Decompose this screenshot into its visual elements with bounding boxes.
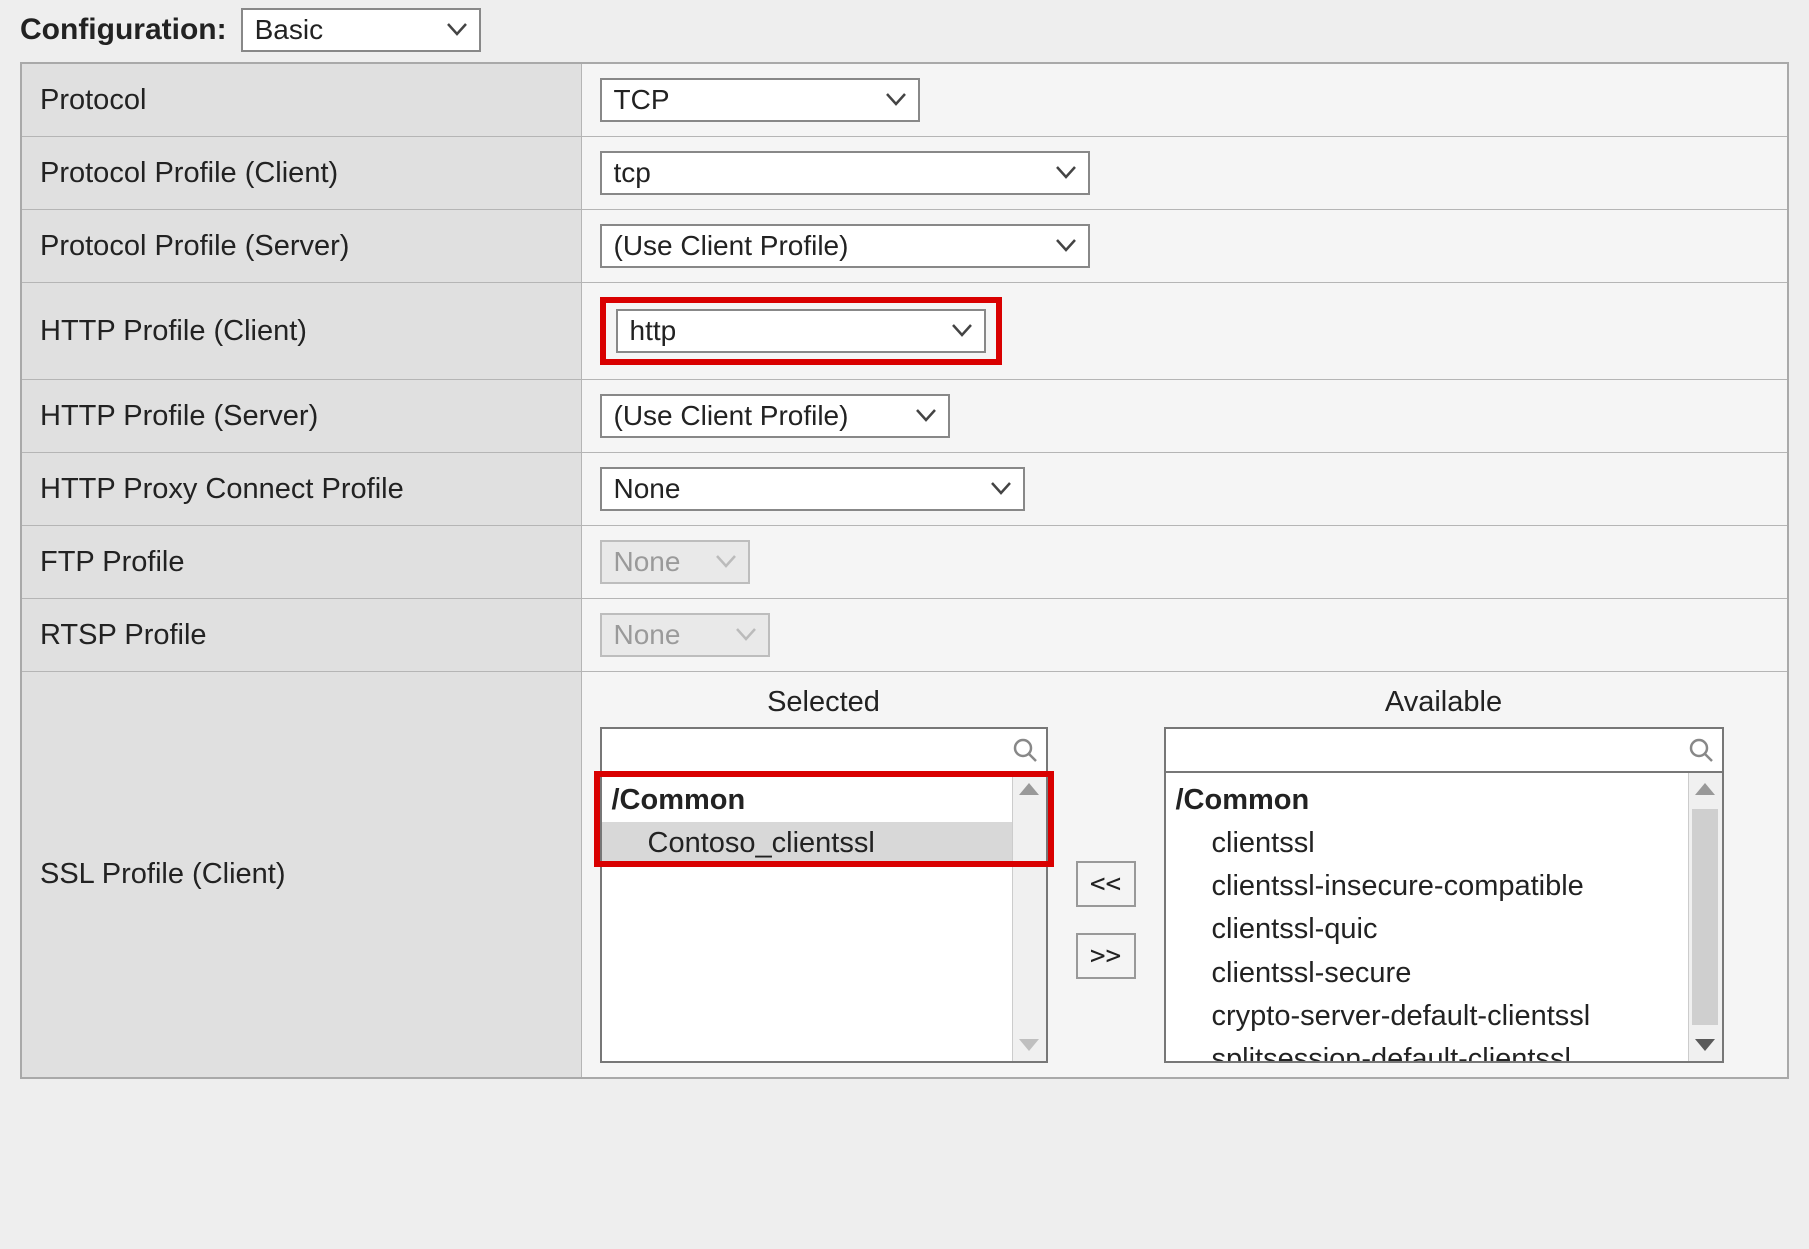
protocol-profile-server-select[interactable]: (Use Client Profile)	[600, 224, 1090, 268]
label-ssl-profile-client: SSL Profile (Client)	[21, 672, 581, 1079]
row-protocol-profile-server: Protocol Profile (Server) (Use Client Pr…	[21, 210, 1788, 283]
protocol-select[interactable]: TCP	[600, 78, 920, 122]
http-proxy-connect-profile-select[interactable]: None	[600, 467, 1025, 511]
chevron-down-icon	[952, 324, 972, 338]
ssl-available-listbox[interactable]: /Common clientssl clientssl-insecure-com…	[1166, 773, 1688, 1061]
ssl-available-header: Available	[1164, 686, 1724, 727]
row-http-profile-client: HTTP Profile (Client) http	[21, 283, 1788, 380]
scrollbar[interactable]	[1688, 773, 1722, 1061]
scroll-thumb[interactable]	[1692, 809, 1718, 1025]
list-item[interactable]: clientssl-secure	[1166, 952, 1688, 995]
row-protocol: Protocol TCP	[21, 63, 1788, 137]
rtsp-profile-select: None	[600, 613, 770, 657]
list-item[interactable]: clientssl	[1166, 822, 1688, 865]
ssl-selected-column: Selected /Common Contoso_clientssl	[600, 686, 1048, 1063]
configuration-mode-value: Basic	[255, 14, 323, 46]
list-item[interactable]: clientssl-quic	[1166, 908, 1688, 951]
ssl-available-group: /Common	[1166, 779, 1688, 822]
ssl-selected-header: Selected	[600, 686, 1048, 727]
chevron-down-icon	[716, 555, 736, 569]
configuration-table: Protocol TCP Protocol Profile (Client) t…	[20, 62, 1789, 1079]
label-http-profile-client: HTTP Profile (Client)	[21, 283, 581, 380]
configuration-label: Configuration:	[20, 13, 227, 47]
row-protocol-profile-client: Protocol Profile (Client) tcp	[21, 137, 1788, 210]
list-item[interactable]: clientssl-insecure-compatible	[1166, 865, 1688, 908]
scroll-down-icon	[1019, 1039, 1039, 1051]
chevron-down-icon	[1056, 239, 1076, 253]
ssl-selected-search[interactable]	[600, 727, 1048, 773]
scroll-thumb	[1016, 809, 1042, 1025]
chevron-down-icon	[886, 93, 906, 107]
label-protocol: Protocol	[21, 63, 581, 137]
move-left-button[interactable]: <<	[1076, 861, 1136, 907]
list-item[interactable]: Contoso_clientssl	[602, 822, 1012, 865]
scroll-up-icon	[1695, 783, 1715, 795]
scroll-down-icon	[1695, 1039, 1715, 1051]
protocol-profile-client-select[interactable]: tcp	[600, 151, 1090, 195]
ssl-available-column: Available /Common clientssl clientssl-in…	[1164, 686, 1724, 1063]
configuration-mode-select[interactable]: Basic	[241, 8, 481, 52]
label-ftp-profile: FTP Profile	[21, 526, 581, 599]
ftp-profile-select: None	[600, 540, 750, 584]
label-protocol-profile-client: Protocol Profile (Client)	[21, 137, 581, 210]
row-rtsp-profile: RTSP Profile None	[21, 599, 1788, 672]
row-ssl-profile-client: SSL Profile (Client) Selected	[21, 672, 1788, 1079]
ssl-selected-group: /Common	[602, 779, 1012, 822]
chevron-down-icon	[1056, 166, 1076, 180]
list-item[interactable]: splitsession-default-clientssl	[1166, 1038, 1688, 1061]
label-rtsp-profile: RTSP Profile	[21, 599, 581, 672]
row-http-proxy-connect-profile: HTTP Proxy Connect Profile None	[21, 453, 1788, 526]
label-http-proxy-connect-profile: HTTP Proxy Connect Profile	[21, 453, 581, 526]
row-ftp-profile: FTP Profile None	[21, 526, 1788, 599]
move-right-button[interactable]: >>	[1076, 933, 1136, 979]
chevron-down-icon	[447, 23, 467, 37]
ssl-selected-listbox[interactable]: /Common Contoso_clientssl	[602, 773, 1012, 1061]
scrollbar[interactable]	[1012, 773, 1046, 1061]
label-http-profile-server: HTTP Profile (Server)	[21, 380, 581, 453]
search-icon	[1012, 737, 1038, 763]
scroll-up-icon	[1019, 783, 1039, 795]
highlight-http-profile-client: http	[600, 297, 1002, 365]
chevron-down-icon	[991, 482, 1011, 496]
http-profile-server-select[interactable]: (Use Client Profile)	[600, 394, 950, 438]
list-item[interactable]: crypto-server-default-clientssl	[1166, 995, 1688, 1038]
ssl-available-search[interactable]	[1164, 727, 1724, 773]
chevron-down-icon	[916, 409, 936, 423]
search-icon	[1688, 737, 1714, 763]
http-profile-client-select[interactable]: http	[616, 309, 986, 353]
label-protocol-profile-server: Protocol Profile (Server)	[21, 210, 581, 283]
row-http-profile-server: HTTP Profile (Server) (Use Client Profil…	[21, 380, 1788, 453]
chevron-down-icon	[736, 628, 756, 642]
